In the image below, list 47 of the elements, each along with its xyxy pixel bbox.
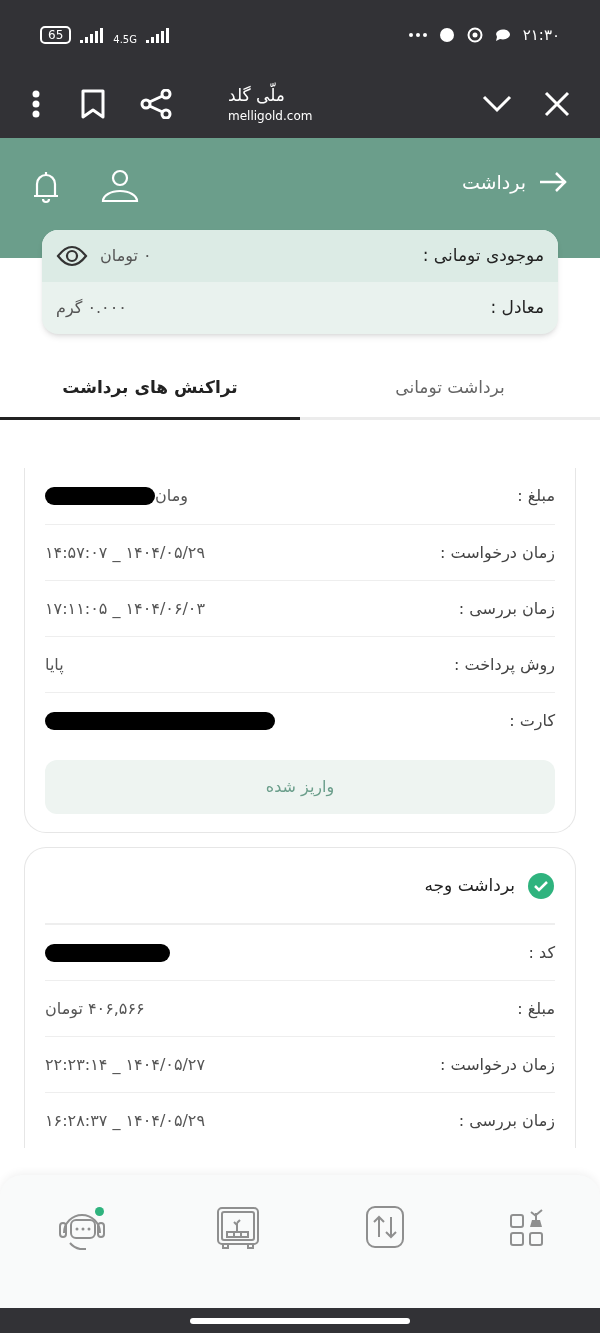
field-value: ۴۰۶,۵۶۶ تومان xyxy=(45,997,145,1021)
balance-value: ۰.۰۰۰ گرم xyxy=(56,297,127,319)
field-label: زمان درخواست : xyxy=(439,541,555,565)
back-arrow-icon[interactable] xyxy=(538,171,568,194)
field-label: مبلغ : xyxy=(517,997,555,1021)
balance-value: ۰ تومان xyxy=(100,245,152,268)
transaction-title: برداشت وجه xyxy=(424,873,515,897)
safe-icon[interactable] xyxy=(215,1205,262,1251)
header-title: برداشت xyxy=(461,170,526,196)
signal-icon xyxy=(144,27,171,43)
tab[interactable]: برداشت تومانی xyxy=(300,358,600,420)
chevron-down-icon[interactable] xyxy=(482,95,512,113)
field-label: کارت : xyxy=(509,709,555,733)
field-label: زمان درخواست : xyxy=(439,1053,555,1077)
eye-icon[interactable] xyxy=(56,245,88,267)
field-value: ۱۴۰۴/۰۵/۲۹ _ ۱۶:۲۸:۳۷ xyxy=(45,1109,206,1132)
network-label: 4.5G xyxy=(113,35,137,45)
signal-icon xyxy=(79,27,106,43)
balance-label: معادل : xyxy=(490,296,544,320)
message-icon xyxy=(494,27,511,43)
field-value: ۱۴۰۴/۰۶/۰۳ _ ۱۷:۱۱:۰۵ xyxy=(45,597,206,620)
field-value: ۱۴۰۴/۰۵/۲۷ _ ۲۲:۲۳:۱۴ xyxy=(45,1053,206,1076)
field-value: ۱۴۰۴/۰۵/۲۹ _ ۱۴:۵۷:۰۷ xyxy=(45,541,206,564)
close-icon[interactable] xyxy=(544,91,570,117)
page-url: melligold.com xyxy=(228,108,313,125)
more-notifications-icon xyxy=(408,33,427,37)
home-indicator[interactable] xyxy=(190,1317,410,1324)
browser-icon xyxy=(466,27,483,43)
status-label: واریز شده xyxy=(45,760,555,814)
more-menu-icon[interactable] xyxy=(30,90,42,118)
field-value: ومان xyxy=(155,485,188,508)
field-label: مبلغ : xyxy=(517,485,555,508)
app-notification-icon xyxy=(438,27,455,43)
clock: ۲۱:۳۰ xyxy=(522,24,560,46)
battery-icon: 65 xyxy=(40,26,72,44)
bookmark-icon[interactable] xyxy=(80,89,106,119)
field-label: زمان بررسی : xyxy=(458,1109,555,1133)
field-value: پایا xyxy=(45,653,64,677)
user-icon[interactable] xyxy=(100,169,140,203)
share-icon[interactable] xyxy=(140,89,172,119)
transfer-arrows-icon[interactable] xyxy=(364,1205,405,1249)
field-label: زمان بررسی : xyxy=(458,597,555,621)
check-circle-icon xyxy=(527,871,555,900)
field-label: کد : xyxy=(528,941,555,964)
balance-label: موجودی تومانی : xyxy=(422,244,544,268)
page-title: ملّی گلد xyxy=(228,83,313,107)
field-label: روش پرداخت : xyxy=(454,653,555,677)
